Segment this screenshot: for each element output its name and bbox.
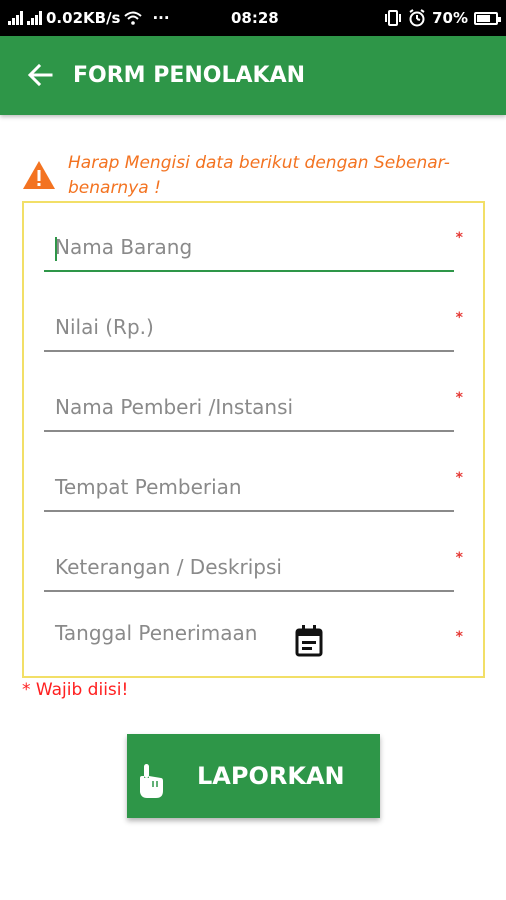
tempat-pemberian-placeholder: Tempat Pemberian [55, 475, 242, 499]
pointing-hand-icon [140, 764, 163, 798]
keterangan-placeholder: Keterangan / Deskripsi [55, 555, 282, 579]
network-speed: 0.02KB/s [46, 9, 121, 27]
nilai-placeholder: Nilai (Rp.) [55, 315, 154, 339]
nama-barang-underline [44, 270, 454, 272]
alarm-icon [409, 9, 425, 27]
battery-icon [474, 11, 501, 25]
arrow-left-icon [27, 63, 53, 87]
more-dots: ··· [152, 9, 170, 27]
laporkan-label: LAPORKAN [197, 762, 345, 790]
required-mark: * [455, 230, 463, 246]
keterangan-underline [44, 590, 454, 592]
clock: 08:28 [231, 9, 279, 27]
nama-barang-field[interactable]: Nama Barang [44, 235, 454, 275]
required-mark: * [455, 629, 463, 645]
warning-message: Harap Mengisi data berikut dengan Sebena… [68, 153, 450, 198]
nama-barang-placeholder: Nama Barang [55, 235, 193, 259]
status-bar: 0.02KB/s ··· 08:28 70% [0, 0, 506, 36]
tanggal-penerimaan-field[interactable]: Tanggal Penerimaan [44, 621, 454, 661]
warning-icon [23, 161, 55, 189]
required-mark: * [455, 470, 463, 486]
keterangan-field[interactable]: Keterangan / Deskripsi [44, 555, 454, 595]
signal-icon-2 [27, 11, 42, 25]
required-mark: * [455, 390, 463, 406]
laporkan-button[interactable]: LAPORKAN [127, 734, 380, 818]
required-note: * Wajib diisi! [22, 680, 129, 700]
required-mark: * [455, 310, 463, 326]
tempat-pemberian-underline [44, 510, 454, 512]
vibrate-icon [385, 10, 402, 26]
app-bar: FORM PENOLAKAN [0, 36, 506, 115]
nama-pemberi-field[interactable]: Nama Pemberi /Instansi [44, 395, 454, 435]
back-button[interactable] [22, 57, 58, 93]
nilai-field[interactable]: Nilai (Rp.) [44, 315, 454, 355]
calendar-icon[interactable] [294, 624, 324, 658]
wifi-icon [124, 11, 143, 25]
nilai-underline [44, 350, 454, 352]
status-right: 70% [384, 0, 501, 36]
required-mark: * [455, 550, 463, 566]
tanggal-penerimaan-placeholder: Tanggal Penerimaan [55, 621, 258, 645]
signal-icon [8, 11, 23, 25]
status-left: 0.02KB/s ··· [8, 0, 170, 36]
page-title: FORM PENOLAKAN [73, 63, 306, 88]
form-container: Nama Barang * Nilai (Rp.) * Nama Pemberi… [22, 201, 485, 678]
nama-pemberi-placeholder: Nama Pemberi /Instansi [55, 395, 294, 419]
battery-percent: 70% [432, 9, 468, 27]
nama-pemberi-underline [44, 430, 454, 432]
tempat-pemberian-field[interactable]: Tempat Pemberian [44, 475, 454, 515]
